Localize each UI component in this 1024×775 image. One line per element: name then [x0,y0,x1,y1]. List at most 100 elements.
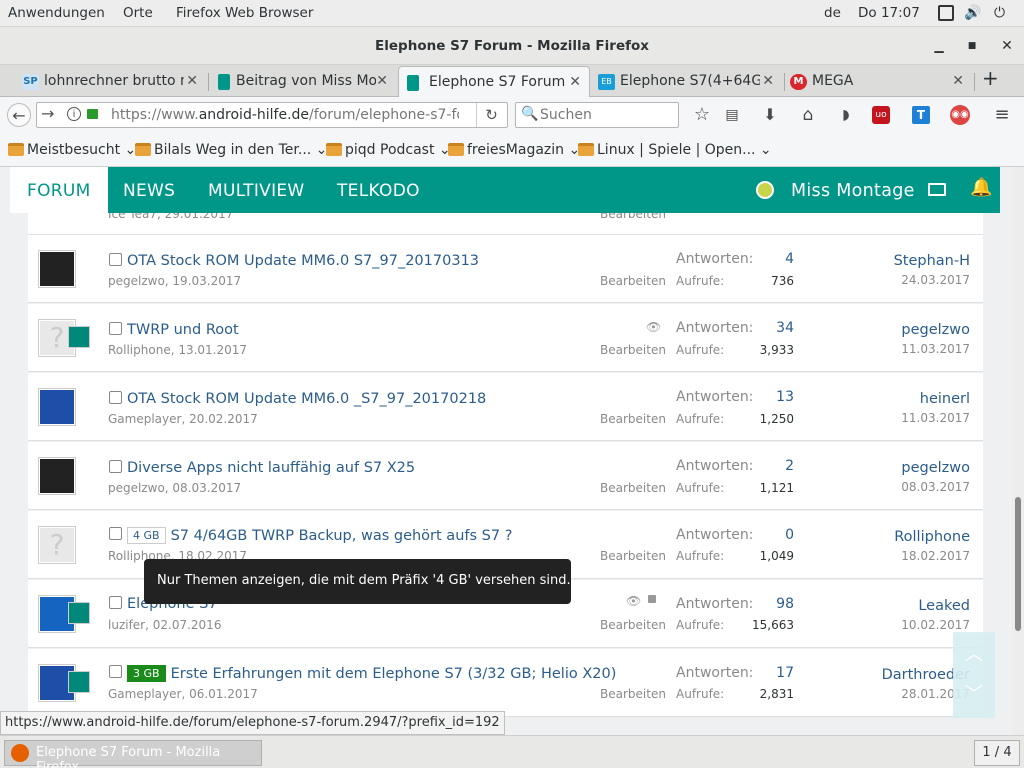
avatar[interactable] [38,457,76,495]
window-taskbar: Elephone S7 Forum - Mozilla Firefox 1 / … [0,735,1024,775]
tab-lohnrechner[interactable]: SP lohnrechner brutto ne ✕ [18,67,206,97]
download-icon[interactable]: ⬇ [758,103,782,127]
prefix-tooltip: Nur Themen anzeigen, die mit dem Präfix … [144,559,571,604]
search-placeholder: Suchen [540,107,592,123]
scroll-down-icon[interactable]: ﹀ [965,680,983,706]
thread-title-link[interactable]: OTA Stock ROM Update MM6.0 S7_97_2017031… [127,253,479,269]
home-icon[interactable]: ⌂ [796,103,820,127]
android-hilfe-favicon-icon [218,74,230,90]
notifications-bell-icon[interactable]: 🔔 [970,177,992,198]
taskbar-firefox-item[interactable]: Elephone S7 Forum - Mozilla Firefox [4,740,262,775]
back-icon[interactable]: ← [7,103,31,127]
thread-title-link[interactable]: OTA Stock ROM Update MM6.0 _S7_97_201702… [127,391,486,407]
scrollbar-thumb[interactable] [1015,497,1021,631]
android-hilfe-favicon-icon [407,75,419,91]
avatar[interactable] [38,250,76,288]
thread-row: 3 GB Erste Erfahrungen mit dem Elephone S… [28,649,983,717]
forward-arrow-icon[interactable]: → [41,104,54,123]
close-tab-icon[interactable]: ✕ [376,73,388,89]
hamburger-menu-icon[interactable]: ≡ [990,103,1014,127]
shop-favicon-icon: EB [598,74,615,90]
folder-icon [578,143,594,156]
bookmark-piqd-podcast[interactable]: piqd Podcast ⌄ [326,142,451,158]
folder-icon [448,143,464,156]
nav-multiview[interactable]: MULTIVIEW [208,181,305,201]
page-scrollbar[interactable] [1012,167,1024,735]
thread-title-link[interactable]: 4 GB S7 4/64GB TWRP Backup, was gehört au… [127,527,512,544]
select-checkbox[interactable] [109,527,122,540]
user-avatar[interactable] [756,181,774,199]
nav-telkodo[interactable]: TELKODO [337,181,420,201]
select-checkbox[interactable] [109,460,122,473]
bookmarks-toolbar: Meistbesucht ⌄ Bilals Weg in den Ter... … [0,133,1024,167]
power-icon[interactable]: ⏻ [994,5,1010,21]
close-tab-icon[interactable]: ✕ [762,73,774,89]
site-info-icon[interactable]: i [67,107,81,121]
thread-row: ? TWRP und Root 👁 Rolliphone, 13.01.2017… [28,304,983,372]
secure-lock-icon [87,109,98,119]
search-bar[interactable]: 🔍 Suchen [515,102,679,128]
bookmark-freies-magazin[interactable]: freiesMagazin ⌄ [448,142,580,158]
bookmark-folder-meistbesucht[interactable]: Meistbesucht ⌄ [8,142,136,158]
privacy-badger-icon[interactable]: ◉◉ [950,105,970,125]
select-checkbox[interactable] [109,253,122,266]
clock[interactable]: Do 17:07 [858,5,920,21]
select-checkbox[interactable] [109,665,122,678]
translate-icon[interactable]: T [912,106,930,124]
prefix-3gb-badge[interactable]: 3 GB [127,665,166,682]
select-checkbox[interactable] [109,322,122,335]
mini-avatar[interactable] [68,671,90,693]
new-tab-icon[interactable]: + [982,66,1002,96]
mini-avatar[interactable] [68,602,90,624]
ublock-icon[interactable]: uo [872,106,890,124]
folder-icon [8,143,24,156]
mini-avatar[interactable] [68,326,90,348]
url-bar[interactable]: → i https://www.android-hilfe.de/forum/e… [36,102,508,128]
thread-title-link[interactable]: Diverse Apps nicht lauffähig auf S7 X25 [127,460,415,476]
search-icon: 🔍 [521,106,539,122]
reload-icon[interactable]: ↻ [476,103,506,127]
tab-elephone-forum[interactable]: Elephone S7 Forum ✕ [398,66,590,98]
maximize-icon[interactable]: ■ [963,37,981,55]
tab-beitrag[interactable]: Beitrag von Miss Mon ✕ [210,67,396,97]
thread-title-link[interactable]: 3 GB Erste Erfahrungen mit dem Elephone S… [127,665,616,682]
reading-list-icon[interactable]: ▤ [720,103,744,127]
close-tab-icon[interactable]: ✕ [952,73,964,89]
pocket-icon[interactable]: ◗ [834,103,858,127]
scroll-up-icon[interactable]: ︿ [965,640,983,666]
close-tab-icon[interactable]: ✕ [186,73,198,89]
user-name[interactable]: Miss Montage [791,181,915,201]
avatar[interactable] [38,388,76,426]
close-window-icon[interactable]: ✕ [998,37,1016,55]
thread-row: OTA Stock ROM Update MM6.0 S7_97_2017031… [28,235,983,303]
tab-elephone-s7-shop[interactable]: EB Elephone S7(4+64GB ✕ [594,67,782,97]
select-checkbox[interactable] [109,596,122,609]
volume-icon[interactable]: 🔊 [964,5,981,21]
select-checkbox[interactable] [109,391,122,404]
mail-icon[interactable] [928,183,946,196]
prefix-4gb-badge[interactable]: 4 GB [127,527,166,544]
thread-row: OTA Stock ROM Update MM6.0 _S7_97_201702… [28,373,983,441]
bookmark-star-icon[interactable]: ☆ [690,103,714,127]
bookmark-linux-spiele[interactable]: Linux | Spiele | Open... ⌄ [578,142,772,158]
applications-menu[interactable]: Anwendungen [8,5,105,21]
minimize-icon[interactable]: ▁ [930,37,948,55]
firefox-icon [11,744,29,762]
nav-news[interactable]: NEWS [123,181,175,201]
tab-mega[interactable]: M MEGA ✕ [786,67,972,97]
keyboard-language[interactable]: de [824,5,841,21]
status-link-url: https://www.android-hilfe.de/forum/eleph… [0,711,505,735]
window-overview-icon[interactable] [938,5,954,21]
places-menu[interactable]: Orte [123,5,153,21]
gnome-top-bar: Anwendungen Orte Firefox Web Browser de … [0,0,1024,27]
thread-row: Diverse Apps nicht lauffähig auf S7 X25 … [28,442,983,510]
bookmark-bilals-weg[interactable]: Bilals Weg in den Ter... ⌄ [135,142,327,158]
nav-forum[interactable]: FORUM [10,167,108,213]
thread-title-link[interactable]: TWRP und Root [127,322,239,338]
app-menu[interactable]: Firefox Web Browser [176,5,313,21]
close-tab-icon[interactable]: ✕ [569,74,581,90]
avatar[interactable]: ? [38,526,76,564]
scroll-to-top-bottom-buttons[interactable]: ︿ ﹀ [953,632,995,718]
url-text[interactable]: https://www.android-hilfe.de/forum/eleph… [111,107,459,123]
workspace-pager[interactable]: 1 / 4 [974,740,1020,766]
